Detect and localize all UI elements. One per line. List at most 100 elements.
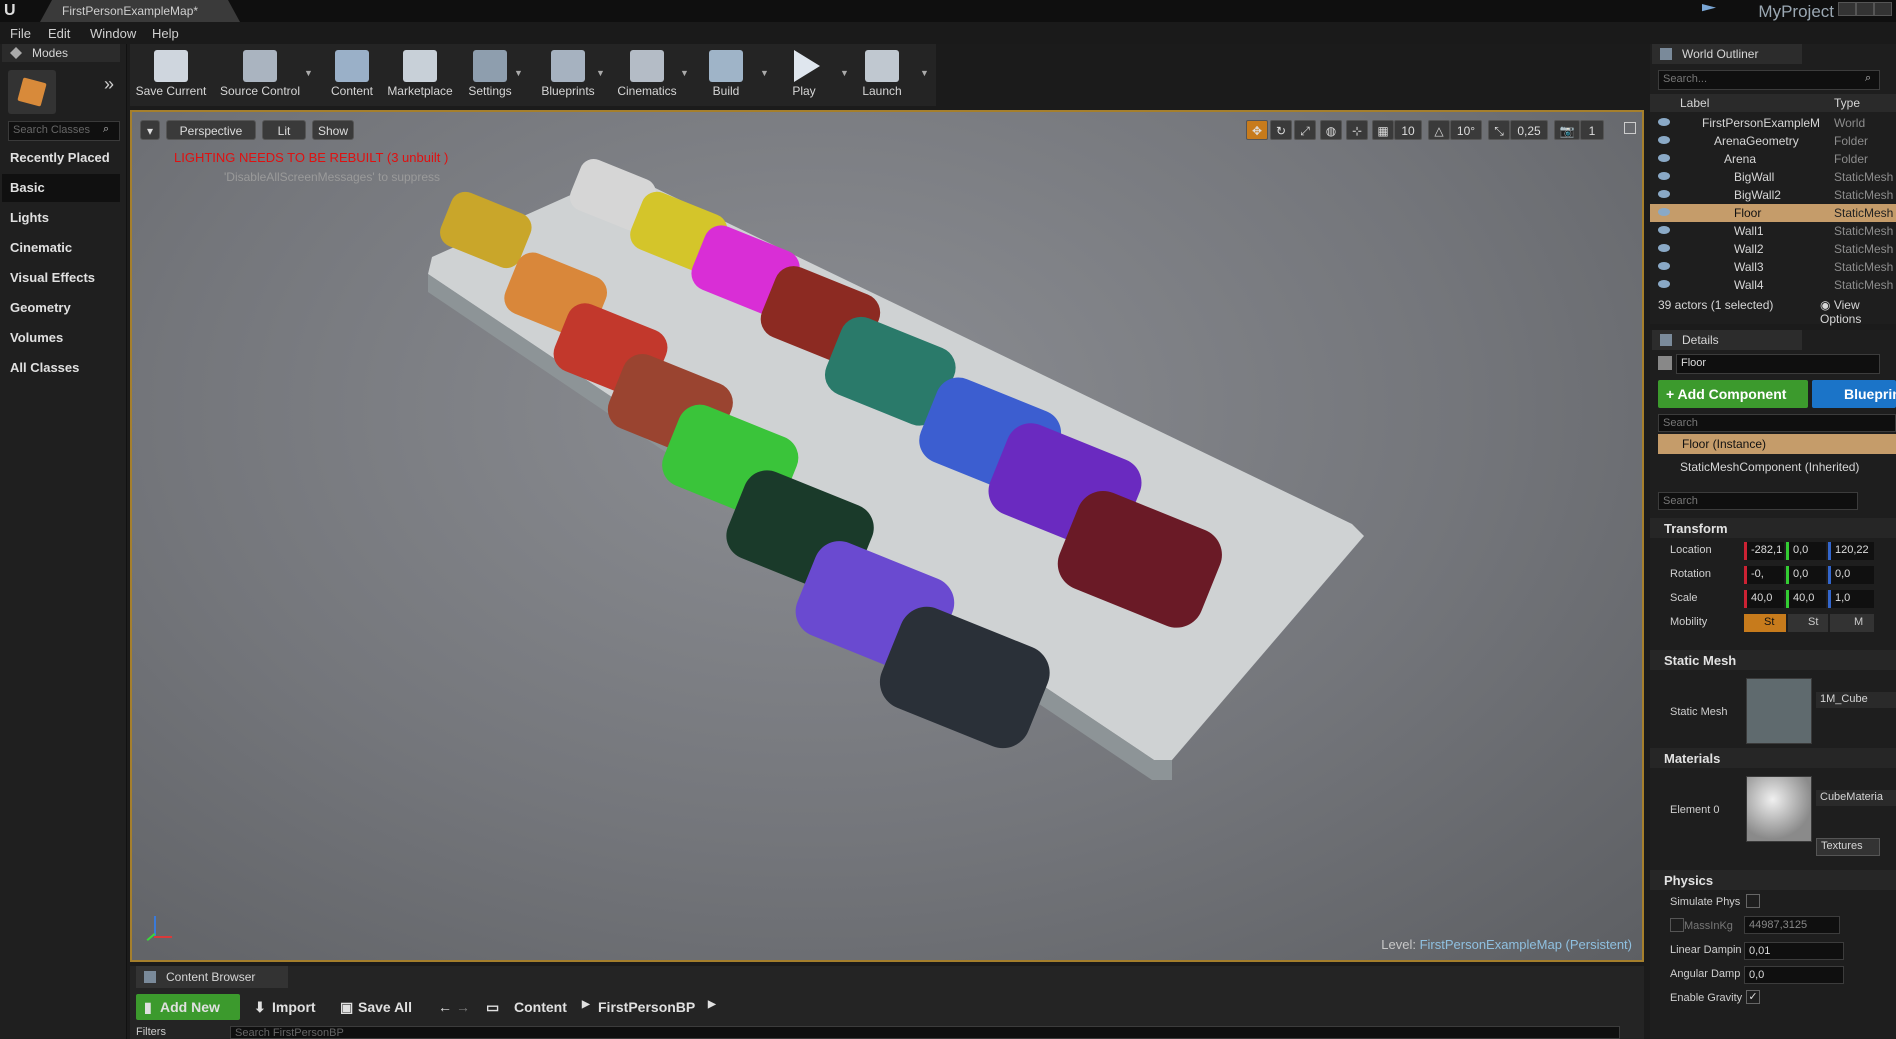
- notification-flag-icon[interactable]: [1702, 4, 1716, 12]
- outliner-row[interactable]: Arena Folder: [1650, 150, 1896, 168]
- visibility-eye-icon[interactable]: [1658, 190, 1670, 198]
- linear-damping-field[interactable]: 0,01: [1744, 942, 1844, 960]
- outliner-row[interactable]: BigWall2 StaticMesh: [1650, 186, 1896, 204]
- search-classes-input[interactable]: Search Classes ⌕: [8, 121, 120, 141]
- build-dropdown-icon[interactable]: ▼: [760, 68, 769, 78]
- blueprint-button[interactable]: Blueprint: [1812, 380, 1896, 408]
- save-all-button[interactable]: ▣ Save All: [340, 994, 420, 1020]
- outliner-row[interactable]: Wall2 StaticMesh: [1650, 240, 1896, 258]
- category-all-classes[interactable]: All Classes: [2, 354, 120, 382]
- minimize-button[interactable]: [1838, 2, 1856, 16]
- simulate-physics-checkbox[interactable]: [1746, 894, 1760, 908]
- launch-dropdown-icon[interactable]: ▼: [920, 68, 929, 78]
- visibility-eye-icon[interactable]: [1658, 172, 1670, 180]
- blueprints-button[interactable]: Blueprints: [530, 44, 606, 106]
- outliner-row[interactable]: FirstPersonExampleM World: [1650, 114, 1896, 132]
- property-search-input[interactable]: Search: [1658, 492, 1858, 510]
- scale-x[interactable]: 40,0: [1744, 590, 1784, 608]
- mass-field[interactable]: 44987,3125: [1744, 916, 1840, 934]
- content-search-input[interactable]: Search FirstPersonBP: [230, 1026, 1620, 1039]
- location-z[interactable]: 120,22: [1828, 542, 1874, 560]
- scale-y[interactable]: 40,0: [1786, 590, 1826, 608]
- visibility-eye-icon[interactable]: [1658, 136, 1670, 144]
- menu-help[interactable]: Help: [152, 26, 179, 41]
- rotation-y[interactable]: 0,0: [1786, 566, 1826, 584]
- build-button[interactable]: Build: [696, 44, 756, 106]
- cinematics-dropdown-icon[interactable]: ▼: [680, 68, 689, 78]
- modes-tab[interactable]: Modes: [2, 44, 120, 62]
- filters-button[interactable]: Filters: [136, 1026, 216, 1039]
- visibility-eye-icon[interactable]: [1658, 262, 1670, 270]
- details-tab[interactable]: Details: [1652, 330, 1802, 350]
- path-more-icon[interactable]: ▶: [708, 999, 716, 1025]
- unreal-logo-icon[interactable]: U: [4, 2, 24, 20]
- menu-window[interactable]: Window: [90, 26, 136, 41]
- column-type[interactable]: Type: [1834, 96, 1860, 110]
- source-control-dropdown-icon[interactable]: ▼: [304, 68, 313, 78]
- cinematics-button[interactable]: Cinematics: [610, 44, 684, 106]
- static-mesh-section[interactable]: Static Mesh: [1650, 650, 1896, 670]
- path-firstpersonbp[interactable]: FirstPersonBP: [598, 999, 695, 1025]
- static-mesh-component-row[interactable]: StaticMeshComponent (Inherited): [1680, 460, 1859, 474]
- instance-row[interactable]: Floor (Instance): [1658, 434, 1896, 454]
- content-button[interactable]: Content: [324, 44, 380, 106]
- mobility-movable[interactable]: M: [1830, 614, 1874, 632]
- palette-tray-mesh[interactable]: [132, 112, 1642, 960]
- content-browser-tab[interactable]: Content Browser: [136, 966, 288, 988]
- visibility-eye-icon[interactable]: [1658, 154, 1670, 162]
- scale-z[interactable]: 1,0: [1828, 590, 1874, 608]
- level-viewport[interactable]: ▾ Perspective Lit Show ✥ ↻ ⤢ ◍ ⊹ ▦ 10 △ …: [130, 110, 1644, 962]
- play-button[interactable]: Play: [776, 44, 832, 106]
- mass-override-checkbox[interactable]: [1670, 918, 1684, 932]
- column-label[interactable]: Label: [1680, 96, 1709, 110]
- physics-section[interactable]: Physics: [1650, 870, 1896, 890]
- component-search-input[interactable]: Search: [1658, 414, 1896, 432]
- textures-dropdown[interactable]: Textures: [1816, 838, 1880, 856]
- back-arrow-icon[interactable]: ←: [438, 999, 452, 1025]
- place-mode-icon[interactable]: [8, 70, 56, 114]
- play-dropdown-icon[interactable]: ▼: [840, 68, 849, 78]
- mobility-stationary[interactable]: St: [1788, 614, 1828, 632]
- outliner-search-input[interactable]: Search... ⌕: [1658, 70, 1880, 90]
- category-lights[interactable]: Lights: [2, 204, 120, 232]
- outliner-row[interactable]: BigWall StaticMesh: [1650, 168, 1896, 186]
- outliner-row[interactable]: Wall1 StaticMesh: [1650, 222, 1896, 240]
- location-x[interactable]: -282,1: [1744, 542, 1784, 560]
- static-mesh-picker[interactable]: 1M_Cube: [1816, 692, 1896, 708]
- menu-edit[interactable]: Edit: [48, 26, 70, 41]
- category-visual-effects[interactable]: Visual Effects: [2, 264, 120, 292]
- mobility-static[interactable]: St: [1744, 614, 1786, 632]
- category-volumes[interactable]: Volumes: [2, 324, 120, 352]
- map-tab[interactable]: FirstPersonExampleMap*: [40, 0, 240, 22]
- folder-icon[interactable]: ▭: [486, 999, 499, 1025]
- settings-dropdown-icon[interactable]: ▼: [514, 68, 523, 78]
- outliner-row[interactable]: Wall3 StaticMesh: [1650, 258, 1896, 276]
- source-control-button[interactable]: Source Control: [216, 44, 304, 106]
- visibility-eye-icon[interactable]: [1658, 208, 1670, 216]
- save-current-button[interactable]: Save Current: [134, 44, 208, 106]
- visibility-eye-icon[interactable]: [1658, 118, 1670, 126]
- launch-button[interactable]: Launch: [852, 44, 912, 106]
- forward-arrow-icon[interactable]: →: [456, 999, 470, 1025]
- add-new-button[interactable]: ▮ Add New: [136, 994, 240, 1020]
- visibility-eye-icon[interactable]: [1658, 244, 1670, 252]
- blueprints-dropdown-icon[interactable]: ▼: [596, 68, 605, 78]
- close-button[interactable]: [1874, 2, 1892, 16]
- material-thumbnail[interactable]: [1746, 776, 1812, 842]
- static-mesh-thumbnail[interactable]: [1746, 678, 1812, 744]
- settings-button[interactable]: Settings: [460, 44, 520, 106]
- expand-modes-icon[interactable]: »: [104, 74, 114, 95]
- category-recently-placed[interactable]: Recently Placed: [2, 144, 120, 172]
- rotation-x[interactable]: -0,: [1744, 566, 1784, 584]
- view-options-button[interactable]: ◉ View Options: [1820, 298, 1896, 326]
- material-picker[interactable]: CubeMateria: [1816, 790, 1896, 806]
- visibility-eye-icon[interactable]: [1658, 226, 1670, 234]
- location-y[interactable]: 0,0: [1786, 542, 1826, 560]
- outliner-row[interactable]: Floor StaticMesh: [1650, 204, 1896, 222]
- add-component-button[interactable]: + Add Component: [1658, 380, 1808, 408]
- category-geometry[interactable]: Geometry: [2, 294, 120, 322]
- marketplace-button[interactable]: Marketplace: [382, 44, 458, 106]
- category-basic[interactable]: Basic: [2, 174, 120, 202]
- rotation-z[interactable]: 0,0: [1828, 566, 1874, 584]
- world-outliner-tab[interactable]: World Outliner: [1652, 44, 1802, 64]
